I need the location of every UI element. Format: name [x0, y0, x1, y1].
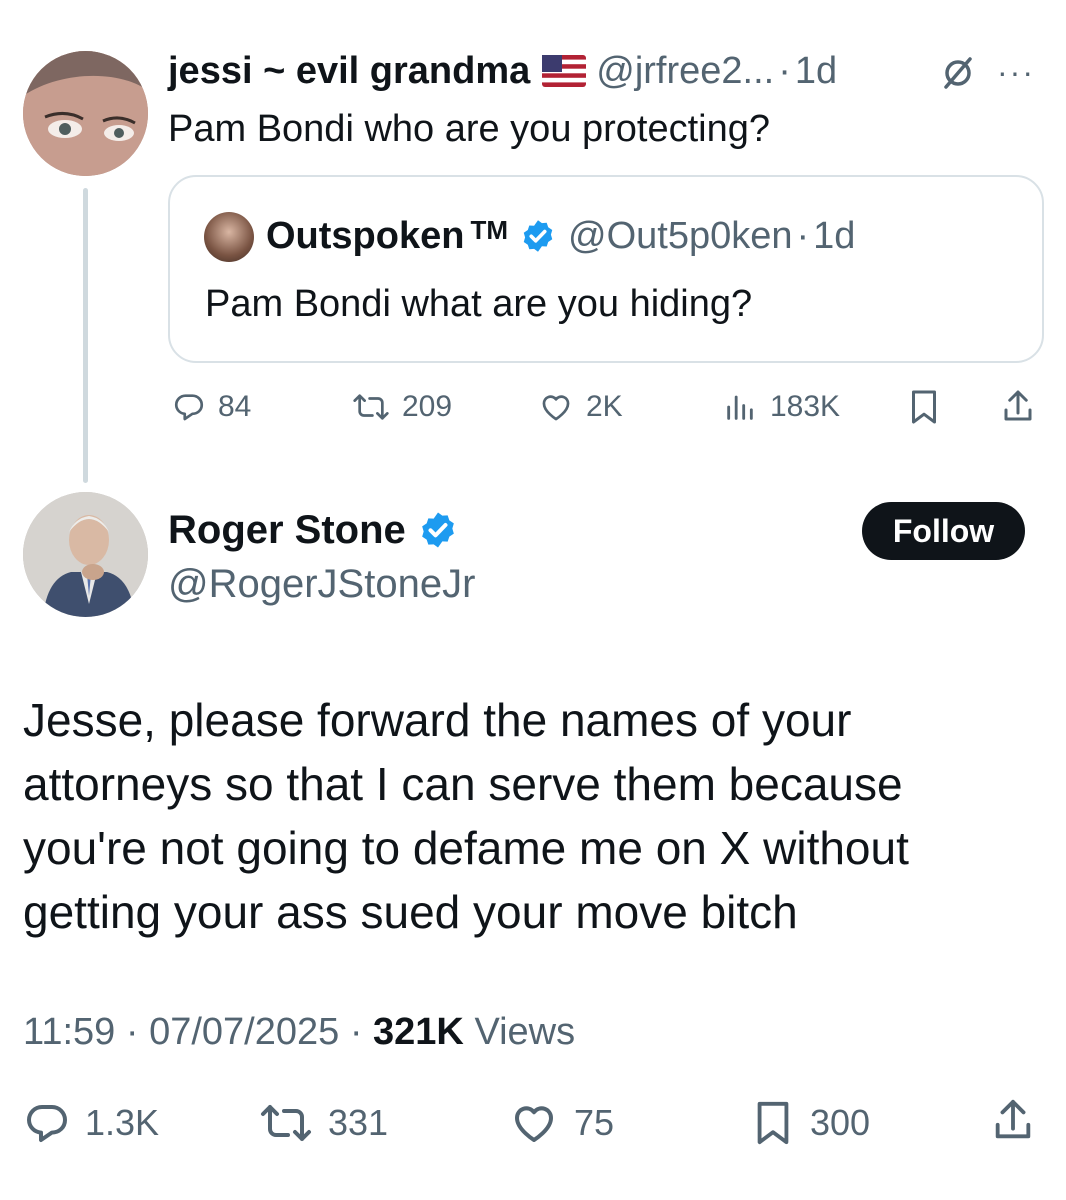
- thread-connector-line: [83, 188, 88, 483]
- reply-icon: [27, 1105, 67, 1142]
- repost-icon: [353, 394, 389, 420]
- reply-icon: [174, 394, 204, 421]
- trademark-symbol: TM: [470, 214, 509, 245]
- heart-icon: [542, 395, 570, 421]
- like-button[interactable]: 75: [508, 1096, 614, 1150]
- analytics-icon: [727, 395, 753, 420]
- bookmark-count: 300: [810, 1102, 871, 1143]
- separator-dot: ·: [778, 49, 791, 92]
- bookmark-icon: [912, 390, 936, 424]
- like-count: 75: [574, 1102, 615, 1143]
- main-author-handle[interactable]: @RogerJStoneJr: [168, 560, 475, 608]
- tweet-time[interactable]: 11:59: [23, 1011, 115, 1053]
- reply-tweet-header: jessi ~ evil grandma @jrfree2... · 1d: [168, 46, 837, 96]
- bookmark-button[interactable]: 300: [750, 1096, 870, 1150]
- outspoken-avatar: [204, 212, 254, 262]
- more-options-icon[interactable]: ···: [990, 52, 1042, 92]
- reply-button[interactable]: 84: [172, 385, 251, 429]
- like-button[interactable]: 2K: [538, 385, 623, 429]
- repost-button[interactable]: 331: [258, 1096, 388, 1150]
- like-count: 2K: [586, 390, 623, 423]
- repost-button[interactable]: 209: [352, 385, 452, 429]
- reply-count: 1.3K: [85, 1102, 160, 1143]
- quoted-tweet-header: Outspoken TM @Out5p0ken · 1d: [266, 211, 855, 261]
- views-label: Views: [474, 1011, 576, 1053]
- tweet-date[interactable]: 07/07/2025: [149, 1011, 339, 1053]
- bookmark-button[interactable]: [906, 385, 942, 429]
- heart-icon: [515, 1106, 553, 1142]
- quoted-tweet-card[interactable]: [168, 175, 1044, 363]
- reply-author-name[interactable]: jessi ~ evil grandma: [168, 50, 530, 93]
- quoted-timestamp: 1d: [813, 214, 856, 257]
- follow-button[interactable]: Follow: [862, 502, 1025, 560]
- tweet-metadata: 11:59 · 07/07/2025 · 321K Views: [23, 1008, 575, 1056]
- grok-icon[interactable]: [938, 53, 978, 93]
- quoted-tweet-text: Pam Bondi what are you hiding?: [205, 283, 753, 325]
- main-author-name[interactable]: Roger Stone: [168, 508, 406, 553]
- separator-dot: ·: [796, 214, 810, 257]
- views-button[interactable]: 183K: [722, 385, 840, 429]
- repost-icon: [261, 1105, 311, 1141]
- verified-badge-icon: [523, 220, 553, 252]
- share-icon: [995, 1099, 1031, 1139]
- main-tweet-text-line: Jesse, please forward the names of your: [23, 694, 852, 746]
- roger-stone-avatar[interactable]: [23, 492, 148, 617]
- us-flag-icon: [542, 55, 587, 87]
- quoted-author-name: Outspoken: [266, 214, 465, 257]
- bookmark-icon: [757, 1101, 789, 1145]
- verified-badge-icon: [421, 512, 454, 548]
- separator-dot: ·: [125, 1011, 150, 1053]
- separator-dot: ·: [349, 1011, 374, 1053]
- main-tweet-text-line: you're not going to defame me on X witho…: [23, 822, 909, 874]
- share-button[interactable]: [1000, 385, 1036, 429]
- repost-count: 209: [402, 390, 453, 423]
- repost-count: 331: [328, 1102, 389, 1143]
- main-tweet-text-line: attorneys so that I can serve them becau…: [23, 758, 903, 810]
- jessi-avatar[interactable]: [23, 51, 148, 176]
- reply-button[interactable]: 1.3K: [23, 1096, 159, 1150]
- main-tweet-text-line: getting your ass sued your move bitch: [23, 886, 798, 938]
- share-icon: [1004, 390, 1032, 421]
- quoted-author-handle: @Out5p0ken: [568, 214, 793, 257]
- reply-timestamp[interactable]: 1d: [795, 50, 837, 93]
- share-button[interactable]: [990, 1094, 1036, 1148]
- main-author-row: Roger Stone: [168, 505, 458, 555]
- main-tweet-text: Jesse, please forward the names of your …: [23, 688, 1023, 944]
- views-total: 321K: [373, 1011, 464, 1053]
- reply-tweet-text: Pam Bondi who are you protecting?: [168, 108, 771, 150]
- views-count: 183K: [770, 390, 841, 423]
- reply-author-handle[interactable]: @jrfree2...: [596, 50, 774, 93]
- reply-count: 84: [218, 390, 252, 423]
